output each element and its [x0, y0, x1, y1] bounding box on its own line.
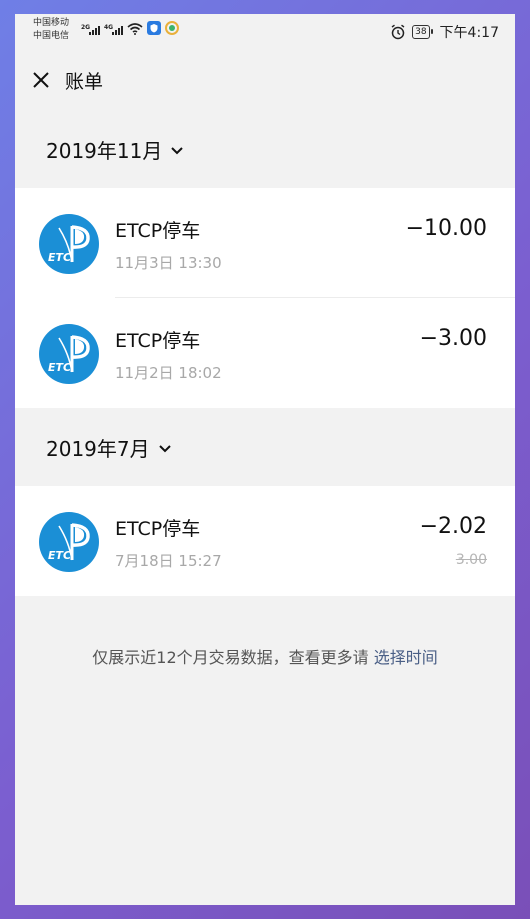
- close-icon: [33, 72, 49, 88]
- month-label: 2019年7月: [46, 436, 150, 461]
- transaction-list-nov-2019: ETC ETCP停车 11月3日 13:30 −10.00 ETC ETCP停车…: [15, 188, 515, 408]
- logo-text: ETC: [48, 361, 71, 374]
- month-label: 2019年11月: [46, 138, 163, 163]
- etcp-logo-icon: ETC: [39, 214, 99, 274]
- shield-app-icon: [147, 21, 161, 35]
- battery-icon: 38: [412, 25, 434, 39]
- close-button[interactable]: [28, 67, 54, 93]
- network-type-1: 2G: [81, 24, 91, 31]
- transaction-amount: −3.00: [419, 326, 487, 351]
- transaction-time: 11月2日 18:02: [115, 364, 222, 382]
- select-time-link[interactable]: 选择时间: [374, 648, 438, 667]
- transaction-amount: −2.02: [419, 514, 487, 539]
- month-selector-jul-2019[interactable]: 2019年7月: [15, 408, 515, 486]
- alarm-icon: [390, 24, 406, 40]
- history-limit-note: 仅展示近12个月交易数据，查看更多请 选择时间: [15, 644, 515, 668]
- merchant-name: ETCP停车: [115, 220, 201, 242]
- transaction-row[interactable]: ETC ETCP停车 11月3日 13:30 −10.00: [15, 188, 515, 298]
- carrier-2: 中国电信: [33, 31, 70, 41]
- page-title: 账单: [65, 70, 104, 93]
- merchant-name: ETCP停车: [115, 518, 201, 540]
- transaction-amount: −10.00: [405, 216, 487, 241]
- etcp-logo-icon: ETC: [39, 512, 99, 572]
- original-amount: 3.00: [455, 552, 487, 568]
- clock: 下午4:17: [439, 25, 499, 41]
- transaction-row[interactable]: ETC ETCP停车 7月18日 15:27 −2.02 3.00: [15, 486, 515, 596]
- logo-text: ETC: [48, 251, 71, 264]
- wifi-icon: [127, 23, 143, 35]
- transaction-time: 7月18日 15:27: [115, 552, 222, 570]
- battery-level: 38: [415, 27, 427, 37]
- phone-screen: 中国移动 中国电信 2G 4G 38 下午4:17 账单 2019年11月 ET…: [15, 14, 515, 905]
- carrier-labels: 中国移动 中国电信: [33, 17, 69, 43]
- logo-text: ETC: [48, 549, 71, 562]
- signal-icon-1: 2G: [81, 24, 100, 35]
- status-icons: 2G 4G: [81, 21, 179, 35]
- signal-icon-2: 4G: [104, 24, 123, 35]
- month-selector-nov-2019[interactable]: 2019年11月: [15, 110, 515, 188]
- status-bar: 中国移动 中国电信 2G 4G 38 下午4:17: [15, 14, 515, 50]
- etcp-logo-icon: ETC: [39, 324, 99, 384]
- chevron-down-icon: [171, 147, 184, 155]
- carrier-1: 中国移动: [33, 18, 70, 28]
- transaction-row[interactable]: ETC ETCP停车 11月2日 18:02 −3.00: [15, 298, 515, 408]
- colorful-app-icon: [165, 21, 179, 35]
- note-text: 仅展示近12个月交易数据，查看更多请: [92, 648, 374, 667]
- status-right: 38 下午4:17: [390, 22, 499, 42]
- network-type-2: 4G: [104, 24, 114, 31]
- merchant-name: ETCP停车: [115, 330, 201, 352]
- title-bar: 账单: [15, 50, 515, 110]
- transaction-list-jul-2019: ETC ETCP停车 7月18日 15:27 −2.02 3.00: [15, 486, 515, 596]
- chevron-down-icon: [158, 445, 171, 453]
- transaction-time: 11月3日 13:30: [115, 254, 222, 272]
